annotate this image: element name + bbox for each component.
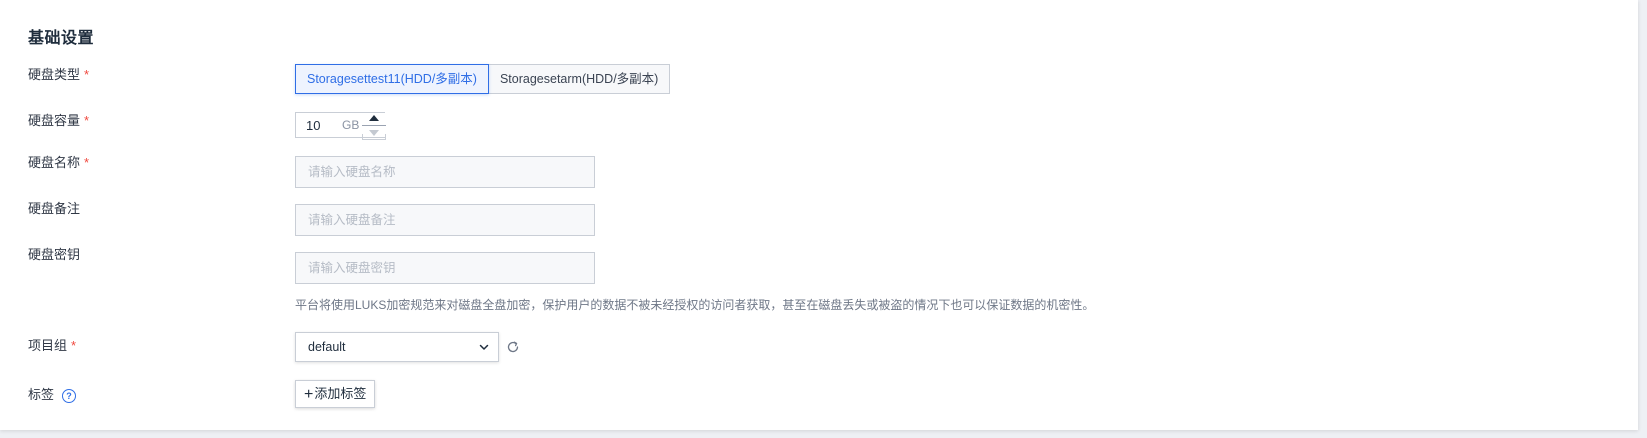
- required-mark: *: [84, 155, 90, 170]
- disk-type-label: 硬盘类型 *: [28, 66, 89, 84]
- disk-name-label-text: 硬盘名称: [28, 155, 81, 170]
- refresh-icon[interactable]: [506, 340, 520, 354]
- project-group-value: default: [308, 340, 346, 354]
- disk-type-option-storagesetarm[interactable]: Storagesetarm(HDD/多副本): [488, 64, 671, 94]
- disk-remark-input[interactable]: [295, 204, 595, 236]
- disk-key-input[interactable]: [295, 252, 595, 284]
- project-group-select[interactable]: default: [295, 332, 499, 362]
- required-mark: *: [71, 338, 77, 353]
- basic-settings-card: 基础设置 硬盘类型 * Storagesettest11(HDD/多副本) Sto…: [0, 0, 1638, 430]
- disk-capacity-label: 硬盘容量 *: [28, 112, 89, 130]
- disk-name-input[interactable]: [295, 156, 595, 188]
- plus-icon: +: [304, 386, 314, 403]
- project-group-label: 项目组 *: [28, 337, 76, 355]
- disk-key-hint: 平台将使用LUKS加密规范来对磁盘全盘加密，保护用户的数据不被未经授权的访问者获…: [295, 298, 1095, 312]
- project-group-label-text: 项目组: [28, 338, 68, 353]
- required-mark: *: [84, 113, 90, 128]
- help-icon[interactable]: ?: [62, 388, 77, 403]
- disk-capacity-stepper-arrows: [362, 110, 386, 140]
- disk-type-label-text: 硬盘类型: [28, 67, 81, 82]
- disk-capacity-value[interactable]: 10: [306, 118, 336, 133]
- required-mark: *: [84, 67, 90, 82]
- disk-type-option-storagesettest11[interactable]: Storagesettest11(HDD/多副本): [295, 64, 489, 94]
- chevron-down-icon: [479, 344, 489, 350]
- tags-label: 标签?: [28, 386, 77, 404]
- disk-key-label-text: 硬盘密钥: [28, 247, 81, 262]
- tags-label-text: 标签: [28, 387, 55, 402]
- disk-capacity-label-text: 硬盘容量: [28, 113, 81, 128]
- disk-capacity-unit: GB: [342, 118, 360, 132]
- disk-type-selector: Storagesettest11(HDD/多副本) Storagesetarm(…: [295, 64, 671, 94]
- stepper-border: [362, 134, 386, 140]
- disk-remark-label-text: 硬盘备注: [28, 201, 81, 216]
- section-title: 基础设置: [28, 30, 95, 47]
- increment-arrow-icon[interactable]: [369, 115, 379, 121]
- disk-key-label: 硬盘密钥: [28, 246, 80, 264]
- disk-name-label: 硬盘名称 *: [28, 154, 89, 172]
- disk-remark-label: 硬盘备注: [28, 200, 80, 218]
- stepper-divider: [362, 125, 386, 126]
- add-tag-button[interactable]: +添加标签: [295, 380, 376, 408]
- add-tag-label: 添加标签: [314, 386, 367, 401]
